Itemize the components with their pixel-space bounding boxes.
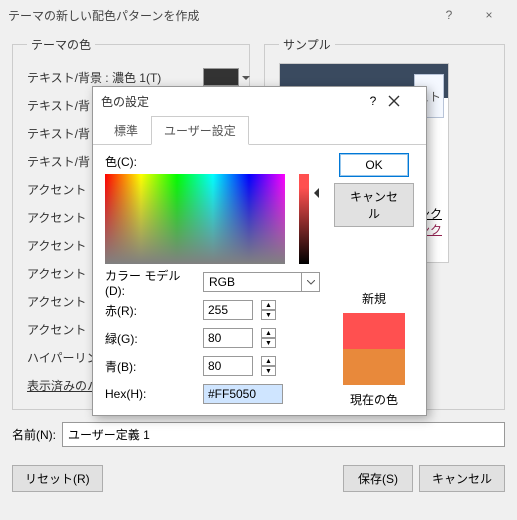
dialog-help-icon[interactable]: ? — [358, 94, 388, 108]
luminance-strip[interactable] — [299, 174, 309, 264]
parent-title: テーマの新しい配色パターンを作成 — [8, 7, 429, 24]
ok-button[interactable]: OK — [339, 153, 409, 177]
cancel-button[interactable]: キャンセル — [419, 465, 505, 492]
current-color-label: 現在の色 — [350, 391, 398, 408]
color-gradient-picker[interactable] — [105, 174, 285, 264]
parent-titlebar: テーマの新しい配色パターンを作成 ? × — [0, 0, 517, 30]
sample-legend: サンプル — [279, 36, 335, 53]
current-color-swatch — [343, 349, 405, 385]
color-settings-dialog: 色の設定 ? 標準 ユーザー設定 色(C): カラー モデル(D): RGB — [92, 86, 427, 416]
name-input[interactable]: ユーザー定義 1 — [62, 422, 505, 447]
tab-standard[interactable]: 標準 — [101, 116, 151, 145]
color-label: 色(C): — [105, 153, 320, 170]
blue-spinner[interactable]: ▲▼ — [261, 356, 276, 376]
color-swatch[interactable] — [203, 68, 239, 86]
theme-colors-legend: テーマの色 — [27, 36, 95, 53]
color-model-select[interactable]: RGB — [203, 272, 320, 292]
blue-label: 青(B): — [105, 358, 195, 375]
new-color-label: 新規 — [362, 290, 386, 307]
dialog-title: 色の設定 — [101, 93, 358, 110]
red-input[interactable]: 255 — [203, 300, 253, 320]
red-label: 赤(R): — [105, 302, 195, 319]
luminance-marker-icon[interactable] — [309, 188, 319, 198]
green-label: 緑(G): — [105, 330, 195, 347]
green-spinner[interactable]: ▲▼ — [261, 328, 276, 348]
hex-label: Hex(H): — [105, 387, 195, 401]
dialog-close-icon[interactable] — [388, 95, 418, 107]
reset-button[interactable]: リセット(R) — [12, 465, 103, 492]
save-button[interactable]: 保存(S) — [343, 465, 413, 492]
close-icon[interactable]: × — [469, 0, 509, 30]
new-color-swatch — [343, 313, 405, 349]
tab-user[interactable]: ユーザー設定 — [151, 116, 249, 145]
color-row-label: テキスト/背景 : 濃色 1(T) — [27, 69, 203, 86]
red-spinner[interactable]: ▲▼ — [261, 300, 276, 320]
chevron-down-icon[interactable] — [302, 272, 320, 292]
green-input[interactable]: 80 — [203, 328, 253, 348]
color-preview — [343, 313, 405, 385]
color-model-label: カラー モデル(D): — [105, 267, 195, 298]
help-icon[interactable]: ? — [429, 0, 469, 30]
hex-input[interactable]: #FF5050 — [203, 384, 283, 404]
blue-input[interactable]: 80 — [203, 356, 253, 376]
name-label: 名前(N): — [12, 426, 56, 443]
dialog-cancel-button[interactable]: キャンセル — [334, 183, 414, 227]
